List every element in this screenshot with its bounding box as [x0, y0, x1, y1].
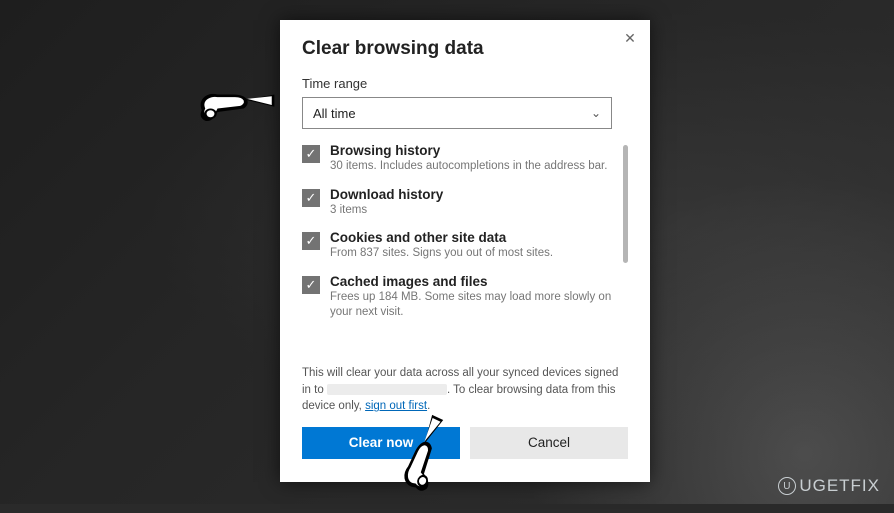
- option-title: Browsing history: [330, 143, 614, 158]
- sync-note: This will clear your data across all you…: [302, 365, 628, 415]
- options-scrollbar[interactable]: [623, 145, 628, 263]
- option-title: Cookies and other site data: [330, 230, 614, 245]
- option-title: Download history: [330, 187, 614, 202]
- checkbox-browsing-history[interactable]: ✓: [302, 145, 320, 163]
- checkbox-download-history[interactable]: ✓: [302, 189, 320, 207]
- option-download-history: ✓ Download history 3 items: [302, 187, 628, 219]
- chevron-down-icon: ⌄: [591, 106, 601, 120]
- time-range-select[interactable]: All time ⌄: [302, 97, 612, 129]
- checkbox-cached[interactable]: ✓: [302, 276, 320, 294]
- option-desc: 3 items: [330, 203, 614, 219]
- watermark-text: UGETFIX: [799, 476, 880, 496]
- option-browsing-history: ✓ Browsing history 30 items. Includes au…: [302, 143, 628, 175]
- option-title: Cached images and files: [330, 274, 614, 289]
- option-cookies: ✓ Cookies and other site data From 837 s…: [302, 230, 628, 262]
- option-cached: ✓ Cached images and files Frees up 184 M…: [302, 274, 628, 321]
- redacted-account: [327, 384, 447, 395]
- dialog-title: Clear browsing data: [302, 38, 628, 60]
- cancel-button[interactable]: Cancel: [470, 427, 628, 459]
- close-button[interactable]: ✕: [620, 28, 640, 48]
- time-range-value: All time: [313, 106, 356, 121]
- watermark-ring-icon: U: [778, 477, 796, 495]
- clear-browsing-data-dialog: ✕ Clear browsing data Time range All tim…: [280, 20, 650, 482]
- option-desc: Frees up 184 MB. Some sites may load mor…: [330, 290, 614, 321]
- options-list: ✓ Browsing history 30 items. Includes au…: [302, 143, 628, 363]
- watermark: U UGETFIX: [778, 476, 880, 496]
- close-icon: ✕: [624, 30, 636, 46]
- checkbox-cookies[interactable]: ✓: [302, 232, 320, 250]
- pointer-hand-icon: [190, 70, 280, 140]
- option-desc: From 837 sites. Signs you out of most si…: [330, 246, 614, 262]
- time-range-label: Time range: [302, 76, 628, 91]
- option-desc: 30 items. Includes autocompletions in th…: [330, 159, 614, 175]
